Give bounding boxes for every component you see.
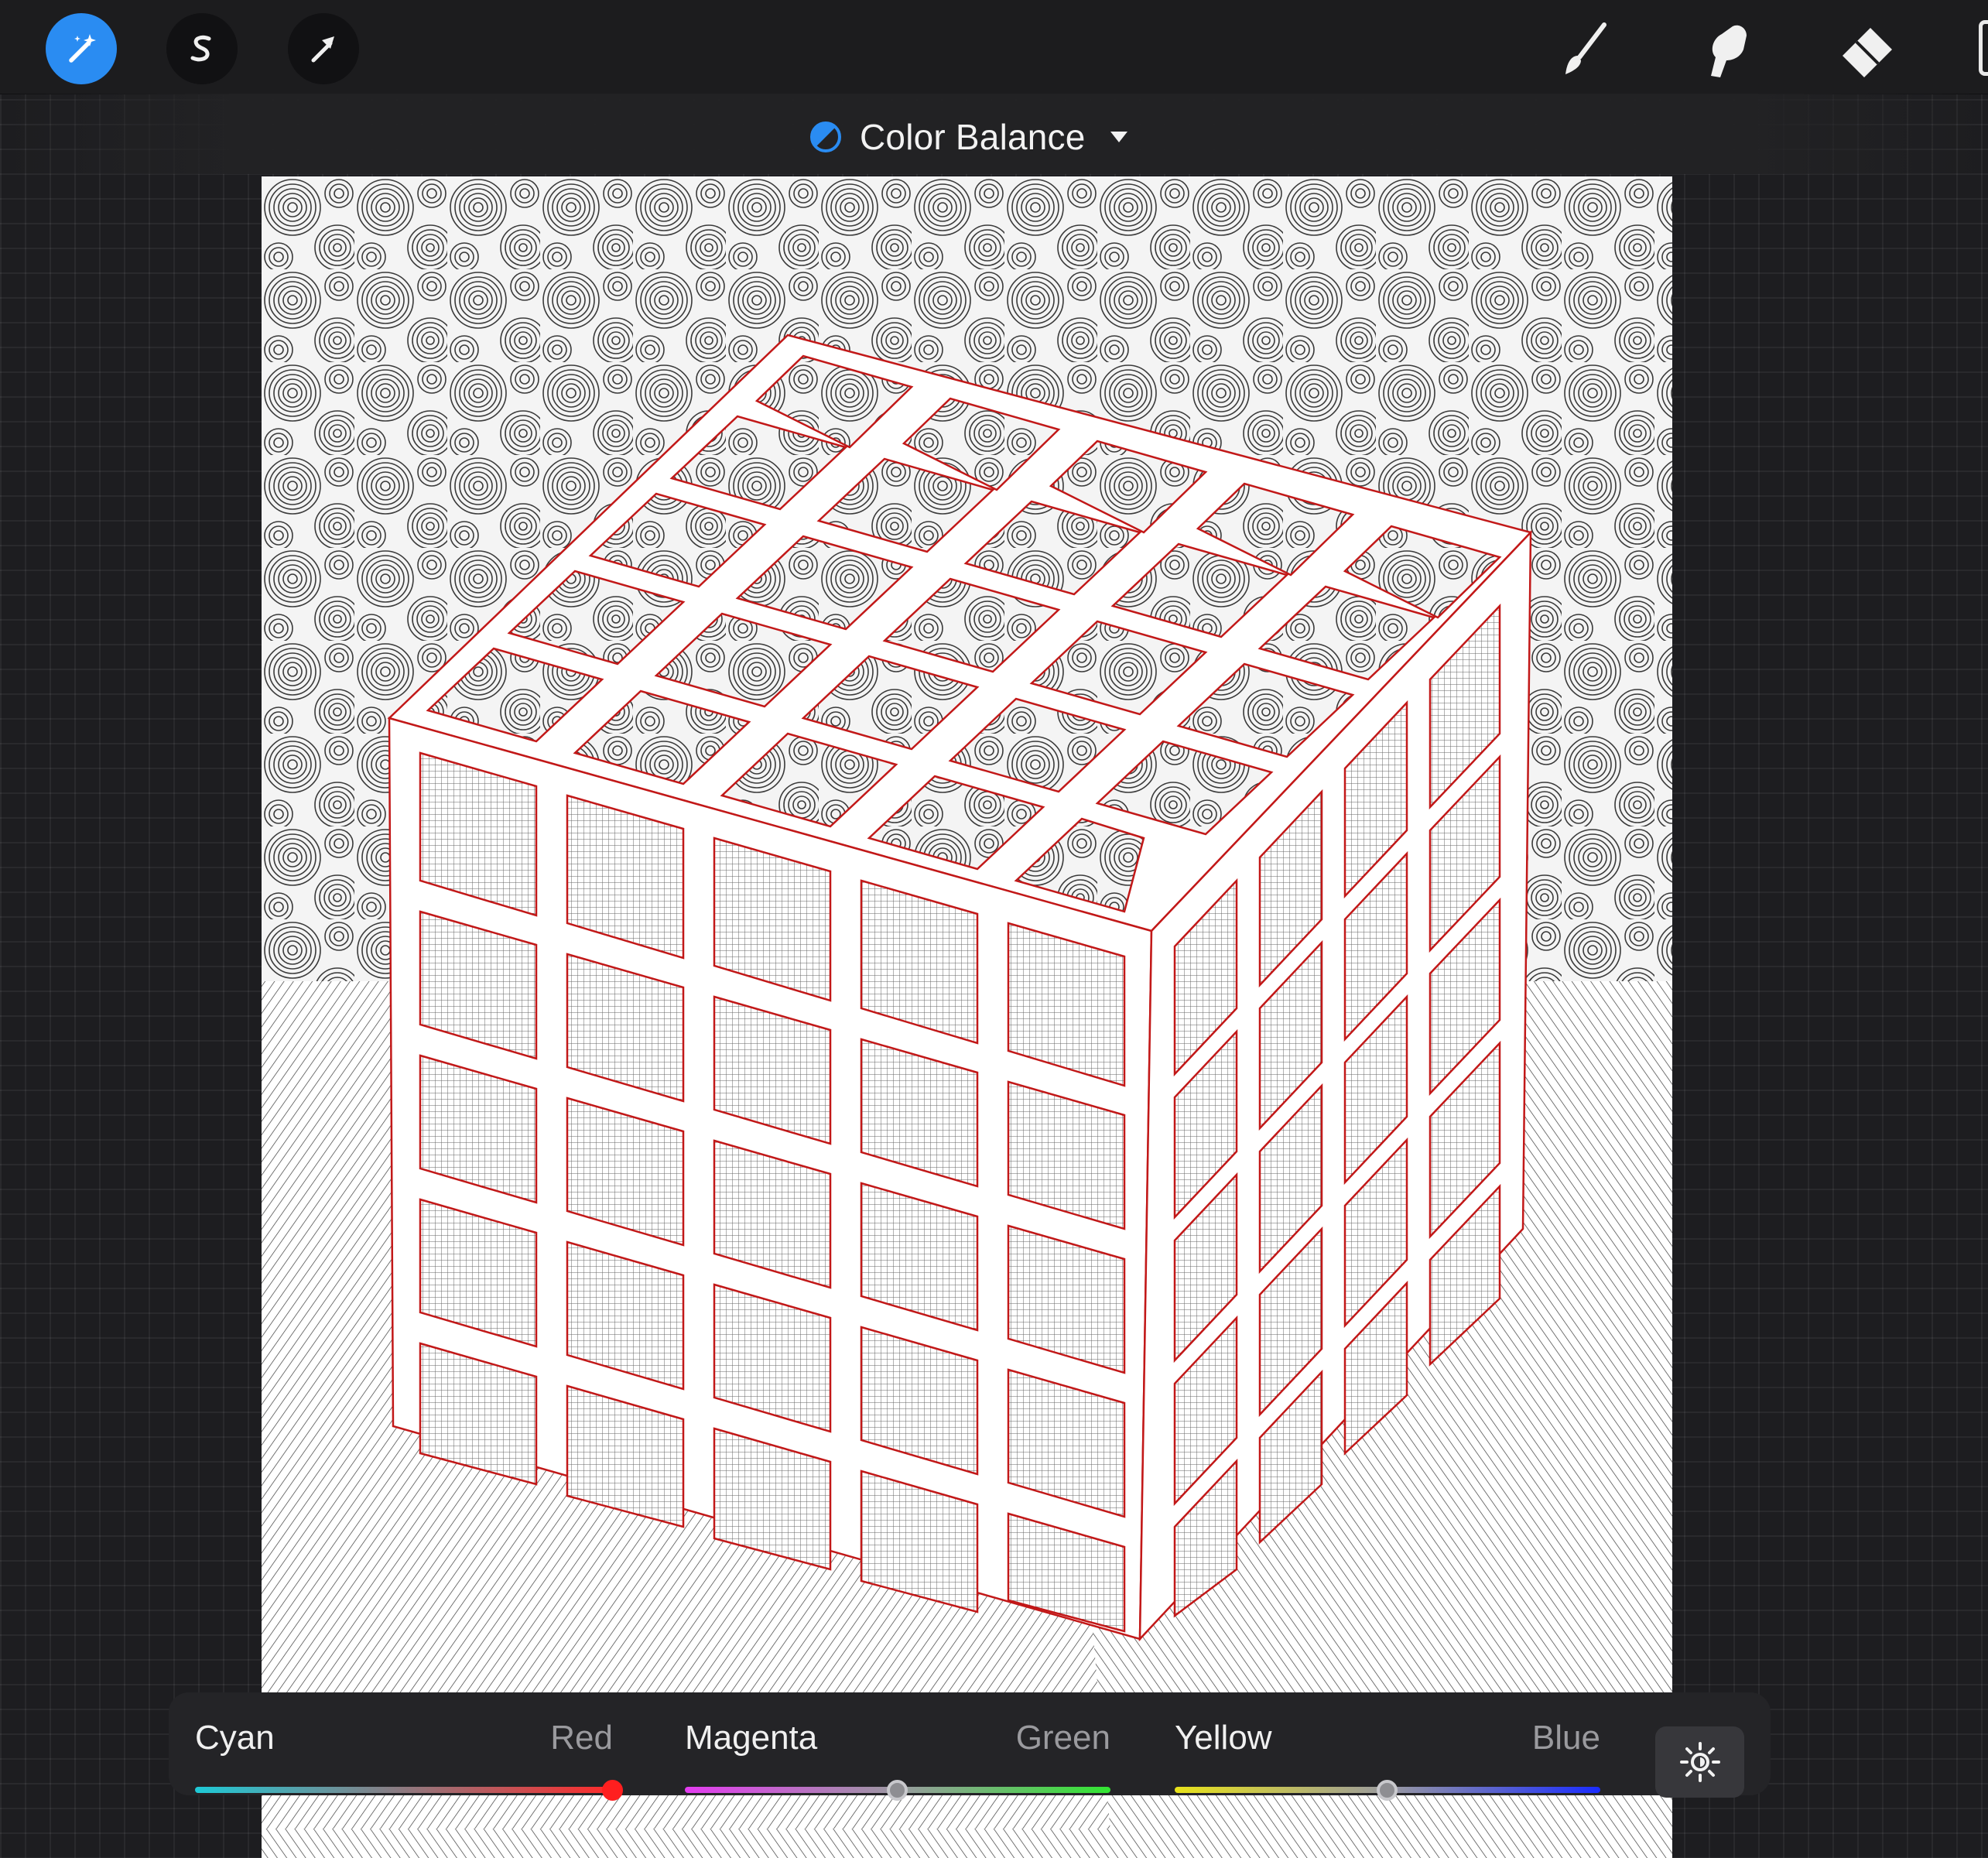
adjustments-icon — [69, 34, 96, 63]
top-toolbar — [0, 0, 1988, 94]
magenta-green-thumb[interactable] — [887, 1780, 908, 1801]
adjustments-button[interactable] — [46, 13, 117, 84]
magenta-green-slider[interactable]: Magenta Green — [685, 1692, 1110, 1801]
transform-button[interactable] — [288, 13, 359, 84]
selection-icon — [190, 35, 211, 62]
red-label: Red — [550, 1719, 613, 1757]
brightness-icon — [1679, 1742, 1720, 1782]
side-panel-toggle[interactable] — [1979, 20, 1988, 76]
transform-icon — [311, 36, 334, 63]
caret-down-icon — [1103, 129, 1129, 145]
color-balance-panel: Cyan Red Magenta Green Yellow Blue — [169, 1692, 1771, 1801]
color-balance-icon — [809, 120, 843, 154]
yellow-label: Yellow — [1175, 1719, 1272, 1757]
yellow-blue-slider[interactable]: Yellow Blue — [1175, 1692, 1600, 1801]
cyan-red-slider[interactable]: Cyan Red — [195, 1692, 623, 1801]
cyan-red-thumb[interactable] — [602, 1780, 623, 1801]
selection-button[interactable] — [166, 13, 238, 84]
brush-icon — [1565, 22, 1606, 74]
artwork-image — [262, 176, 1672, 1858]
green-label: Green — [1015, 1719, 1110, 1757]
eraser-tool-button[interactable] — [1829, 11, 1906, 88]
adjustment-title-dropdown[interactable]: Color Balance — [809, 113, 1129, 161]
smudge-icon — [1711, 25, 1747, 77]
cyan-red-track[interactable] — [195, 1787, 613, 1793]
eraser-icon — [1843, 28, 1892, 77]
smudge-tool-button[interactable] — [1688, 11, 1765, 88]
yellow-blue-thumb[interactable] — [1377, 1780, 1398, 1801]
artwork-canvas[interactable] — [262, 176, 1672, 1858]
magenta-label: Magenta — [685, 1719, 818, 1757]
blue-label: Blue — [1531, 1719, 1600, 1757]
brightness-toggle-button[interactable] — [1655, 1726, 1744, 1798]
cyan-label: Cyan — [195, 1719, 275, 1757]
brush-tool-button[interactable] — [1545, 11, 1623, 88]
adjustment-title: Color Balance — [860, 117, 1086, 157]
